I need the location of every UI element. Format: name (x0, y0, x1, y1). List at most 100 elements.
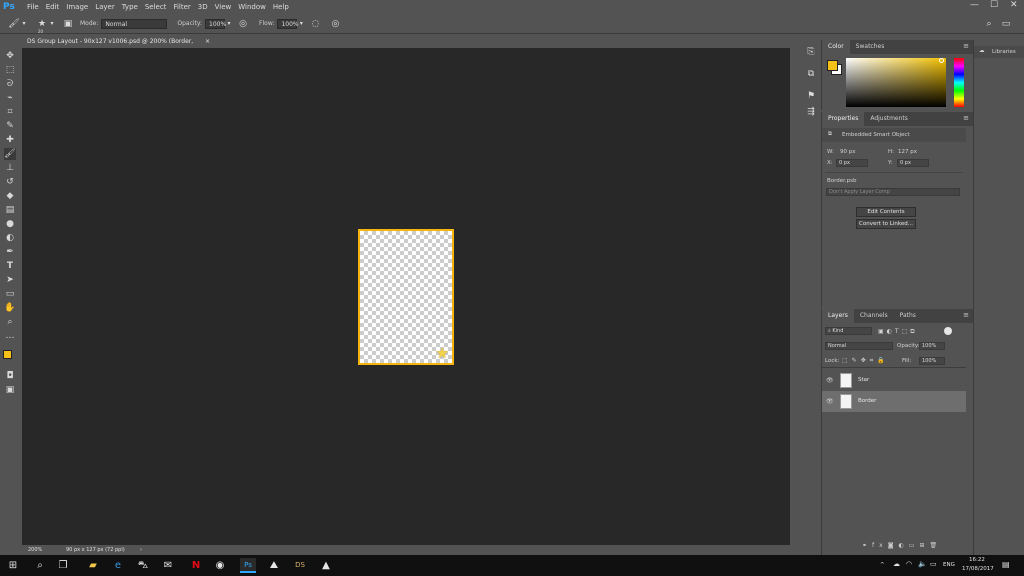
panel-menu-icon[interactable]: ≡ (963, 311, 969, 319)
zoom-level[interactable]: 200% (28, 545, 42, 555)
mode-select[interactable]: Normal (101, 18, 168, 29)
search-icon[interactable]: ⌕ (32, 558, 48, 573)
photos-icon[interactable]: ▲ (318, 558, 334, 573)
layer-comp-select[interactable]: Don't Apply Layer Comp (826, 188, 960, 196)
panel-menu-icon[interactable]: ≡ (963, 42, 969, 50)
eraser-tool-icon[interactable]: ◆ (4, 190, 16, 202)
status-menu-icon[interactable]: › (140, 545, 142, 555)
chevron-down-icon[interactable]: ▾ (225, 18, 233, 30)
menu-3d[interactable]: 3D (198, 3, 208, 11)
file-explorer-icon[interactable]: ▰ (85, 558, 101, 573)
history-brush-tool-icon[interactable]: ↺ (4, 176, 16, 188)
move-tool-icon[interactable]: ✥ (4, 50, 16, 62)
add-mask-icon[interactable]: ◙ (888, 542, 899, 549)
group-icon[interactable]: ▭ (909, 542, 920, 549)
tab-color[interactable]: Color (822, 40, 850, 54)
layer-filter-select[interactable]: ⌕ Kind (825, 327, 872, 335)
menu-filter[interactable]: Filter (173, 3, 190, 11)
opacity-input[interactable]: 100% (205, 18, 226, 29)
shape-tool-icon[interactable]: ▭ (4, 288, 16, 300)
adjustment-layer-icon[interactable]: ◐ (899, 542, 909, 549)
brush-preset-picker[interactable]: ★ 20 (36, 18, 48, 34)
crop-tool-icon[interactable]: ⌗ (4, 106, 16, 118)
brush-tool-icon[interactable]: 🖌 (4, 148, 16, 160)
tab-layers[interactable]: Layers (822, 309, 854, 323)
brush-tool-icon[interactable]: 🖌 (8, 18, 20, 30)
foreground-color-chip[interactable] (827, 60, 838, 71)
filter-toggle-icon[interactable] (944, 327, 952, 335)
pressure-opacity-icon[interactable]: ◎ (237, 18, 249, 30)
actions-icon[interactable]: ⚑ (805, 90, 817, 102)
layer-row-star[interactable]: 👁 Star (822, 370, 966, 391)
tool-presets-icon[interactable]: ⧉ (805, 68, 817, 80)
clock-date[interactable]: 17/08/2017 (962, 566, 994, 572)
menu-view[interactable]: View (215, 3, 232, 11)
mail-icon[interactable]: ✉ (160, 558, 176, 573)
close-button[interactable]: ✕ (1010, 0, 1018, 10)
menu-select[interactable]: Select (145, 3, 167, 11)
windows-start-icon[interactable]: ⊞ (5, 558, 21, 573)
minimize-button[interactable]: — (970, 0, 979, 10)
workspace-icon[interactable]: ▭ (1000, 18, 1012, 30)
lock-icons[interactable]: ⬚✎✥⌗🔒 (842, 357, 889, 365)
zoom-tool-icon[interactable]: ⌕ (4, 316, 16, 328)
menu-edit[interactable]: Edit (46, 3, 60, 11)
panel-menu-icon[interactable]: ≡ (963, 114, 969, 122)
pen-tool-icon[interactable]: ✒ (4, 246, 16, 258)
clock-time[interactable]: 16:22 (969, 557, 985, 563)
color-field[interactable] (846, 58, 946, 107)
document-canvas[interactable]: ★ (358, 229, 454, 365)
blur-tool-icon[interactable]: ● (4, 218, 16, 230)
camera-icon[interactable]: ◉ (212, 558, 228, 573)
notifications-icon[interactable]: ▤ (1002, 560, 1010, 569)
x-input[interactable]: 0 px (836, 159, 868, 167)
pressure-size-icon[interactable]: ◎ (329, 18, 341, 30)
netflix-icon[interactable]: N (188, 558, 204, 573)
healing-tool-icon[interactable]: ✚ (4, 134, 16, 146)
battery-icon[interactable]: ▭ (930, 560, 937, 568)
search-icon[interactable]: ⌕ (983, 18, 995, 30)
convert-to-linked-button[interactable]: Convert to Linked... (856, 219, 916, 229)
quick-mask-icon[interactable]: ◘ (4, 370, 16, 382)
close-tab-icon[interactable]: × (205, 35, 210, 48)
wifi-icon[interactable]: ◠ (906, 560, 912, 568)
menu-help[interactable]: Help (273, 3, 289, 11)
stamp-tool-icon[interactable]: ⊥ (4, 162, 16, 174)
type-tool-icon[interactable]: T (4, 260, 16, 272)
tab-swatches[interactable]: Swatches (850, 40, 891, 54)
marquee-tool-icon[interactable]: ⬚ (4, 64, 16, 76)
menu-window[interactable]: Window (238, 3, 266, 11)
libraries-button[interactable]: ☁ Libraries (974, 46, 1024, 58)
store-icon[interactable]: ⛍ (135, 558, 151, 573)
blend-mode-select[interactable]: Normal (825, 342, 893, 350)
brush-panel-icon[interactable]: ▣ (62, 18, 74, 30)
path-select-tool-icon[interactable]: ➤ (4, 274, 16, 286)
onedrive-icon[interactable]: ☁ (893, 560, 900, 568)
ds-app-icon[interactable]: DS (292, 558, 308, 573)
menu-type[interactable]: Type (122, 3, 138, 11)
tab-channels[interactable]: Channels (854, 309, 894, 323)
eye-icon[interactable]: 👁 (826, 391, 834, 412)
screen-mode-icon[interactable]: ▣ (4, 384, 16, 396)
chevron-down-icon[interactable]: ▾ (48, 18, 56, 30)
eyedropper-tool-icon[interactable]: ✎ (4, 120, 16, 132)
menu-image[interactable]: Image (66, 3, 88, 11)
layer-filter-icons[interactable]: ▣◐T⬚⧉ (878, 328, 918, 336)
layer-row-border[interactable]: 👁 Border (822, 391, 966, 412)
airbrush-icon[interactable]: ◌ (309, 18, 321, 30)
volume-icon[interactable]: 🔈 (918, 560, 927, 568)
adjust-icon[interactable]: ⇶ (805, 106, 817, 118)
language-indicator[interactable]: ENG (943, 562, 955, 568)
menu-layer[interactable]: Layer (95, 3, 115, 11)
fx-icon[interactable]: fx (872, 542, 888, 549)
tray-chevron-icon[interactable]: ^ (880, 562, 885, 568)
y-input[interactable]: 0 px (897, 159, 929, 167)
edge-icon[interactable]: e (110, 558, 126, 573)
hand-tool-icon[interactable]: ✋ (4, 302, 16, 314)
task-view-icon[interactable]: ❐ (55, 558, 71, 573)
photoshop-taskbar-icon[interactable]: Ps (240, 558, 256, 573)
history-icon[interactable]: ⎘ (805, 46, 817, 58)
fill-input[interactable]: 100% (919, 357, 945, 365)
new-layer-icon[interactable]: ⊞ (919, 542, 929, 549)
lasso-tool-icon[interactable]: ᘐ (4, 78, 16, 90)
